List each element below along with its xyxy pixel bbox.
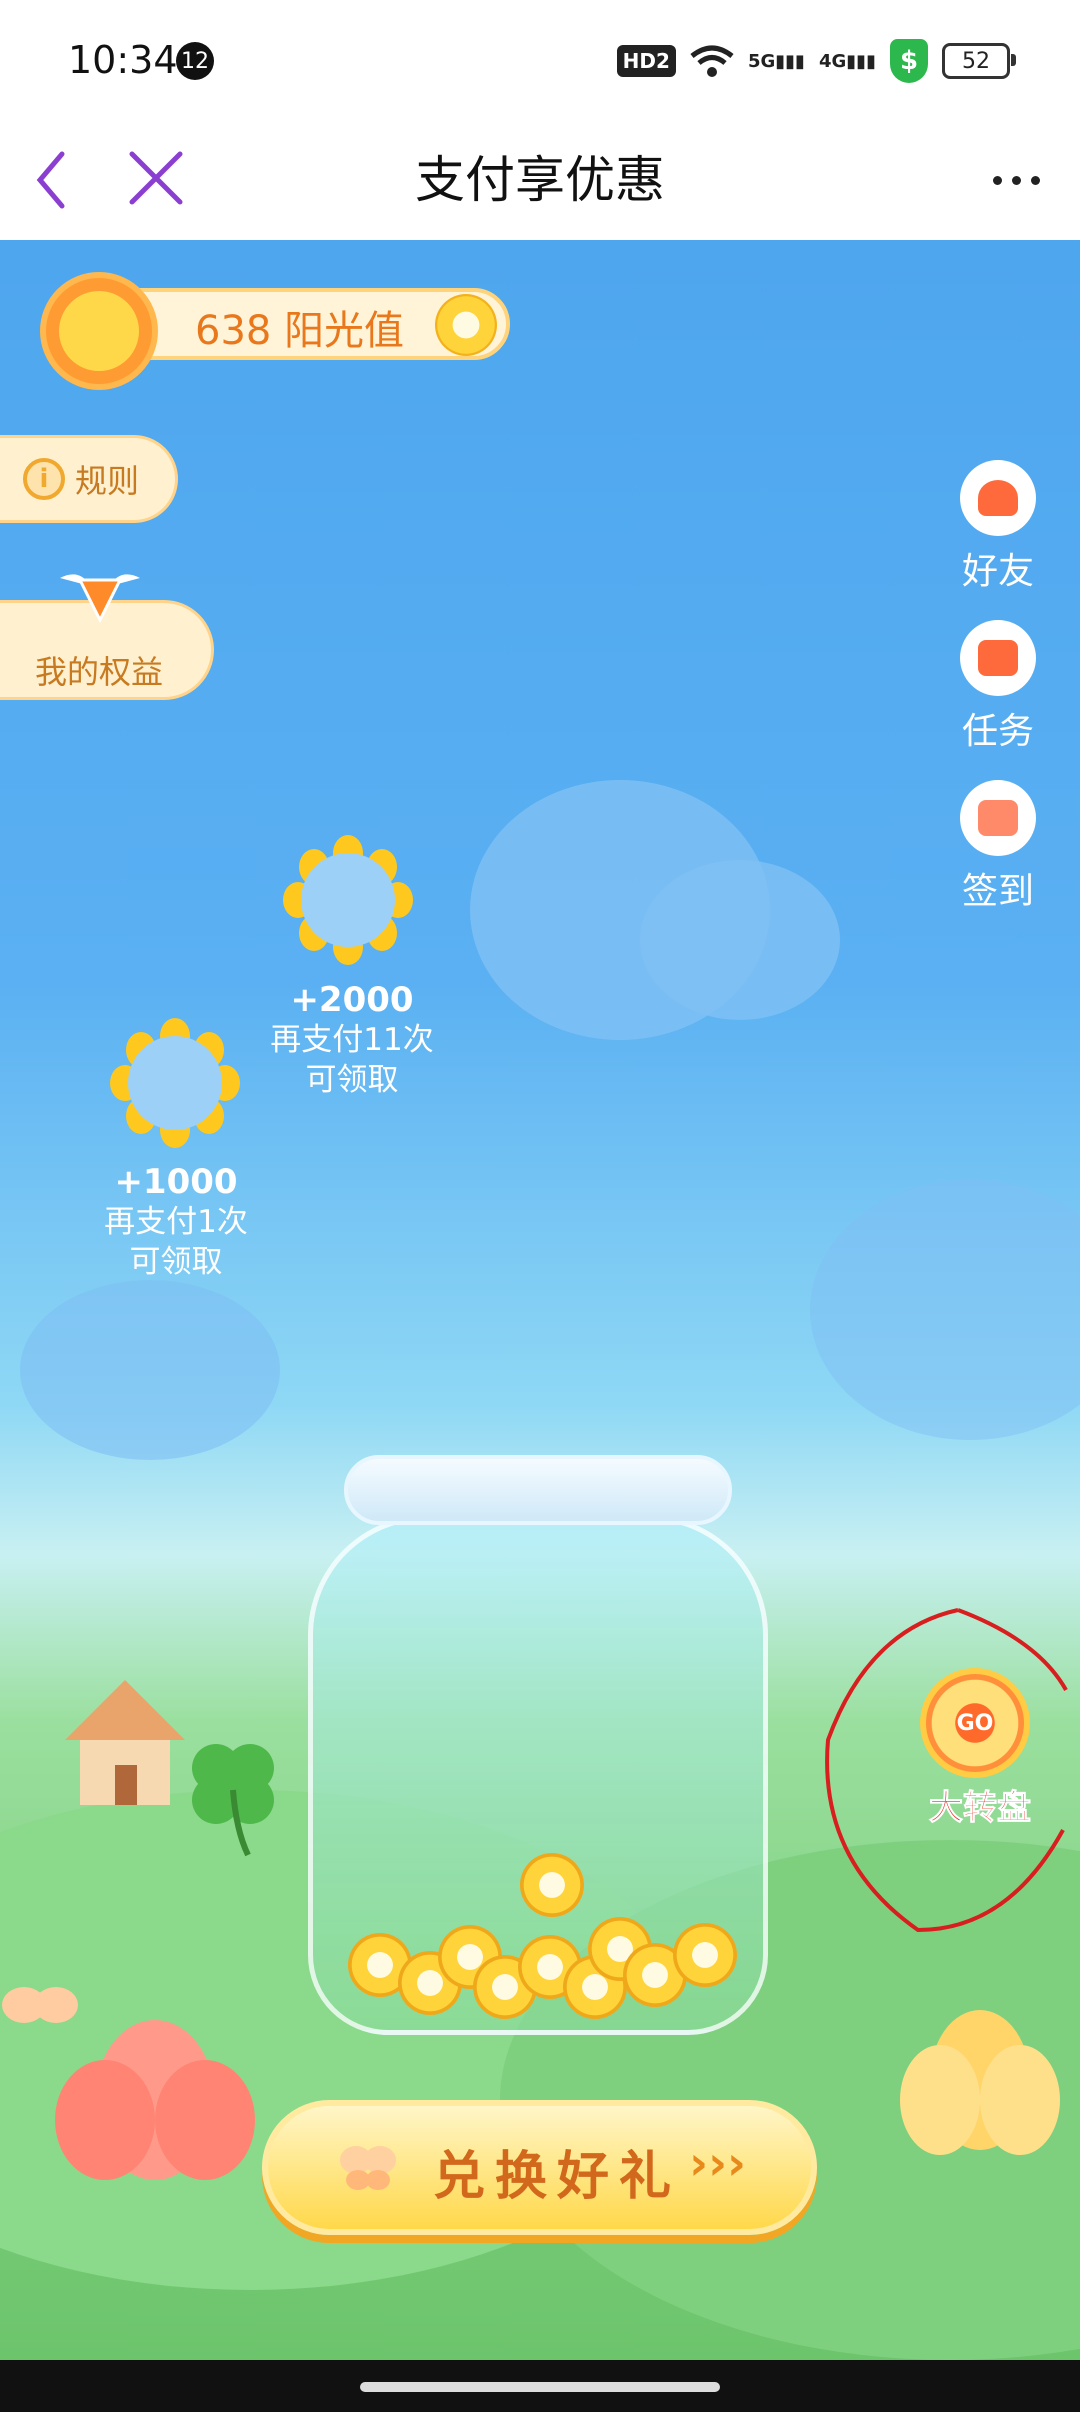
friends-icon-glyph xyxy=(978,480,1018,516)
hd-icon: HD2 xyxy=(616,45,676,77)
reward-condition: 再支付1次 xyxy=(104,1204,248,1240)
chevron-right-icon: ››› xyxy=(689,2136,746,2190)
calendar-icon xyxy=(960,780,1036,856)
battery-level: 52 xyxy=(962,48,990,74)
checkin-button[interactable]: 签到 xyxy=(958,780,1038,914)
calendar-icon-glyph xyxy=(978,800,1018,836)
checkin-label: 签到 xyxy=(961,871,1034,912)
house-icon xyxy=(65,1680,185,1805)
sunflower-reward-2000[interactable] xyxy=(283,835,413,965)
cloud-decoration xyxy=(810,1180,1080,1440)
big-wheel-button[interactable]: GO xyxy=(920,1668,1030,1778)
sunflower-reward-1000[interactable] xyxy=(110,1018,240,1148)
gold-coin-icon xyxy=(520,1853,584,1917)
tasks-button[interactable]: 任务 xyxy=(958,620,1038,754)
signal-4g-icon: 4G▮▮▮ xyxy=(818,50,876,72)
sunshine-points-display[interactable]: 638 阳光值 xyxy=(40,272,515,390)
reward-claim-hint: 可领取 xyxy=(129,1244,223,1280)
status-bar: 10:34 12 HD2 5G▮▮▮ 4G▮▮▮ $ 52 xyxy=(0,0,1080,120)
sunflower-center xyxy=(301,853,395,947)
tasks-icon-glyph xyxy=(978,640,1018,676)
signal-5g-label: 5G xyxy=(747,50,776,72)
cloud-decoration xyxy=(20,1280,280,1460)
winged-diamond-icon xyxy=(60,574,140,624)
redeem-gifts-label: 兑换好礼 xyxy=(433,2147,682,2207)
jar-rim xyxy=(344,1455,732,1525)
sun-coin-icon xyxy=(435,294,497,356)
rules-label: 规则 xyxy=(75,462,140,500)
tasks-icon xyxy=(960,620,1036,696)
wheel-go-label: GO xyxy=(956,1710,994,1736)
game-scene: 638 阳光值 i 规则 我的权益 好友 任务 签到 +2000 再支付11次 … xyxy=(0,240,1080,2360)
gold-coin-icon xyxy=(673,1923,737,1987)
signal-4g-label: 4G xyxy=(818,50,847,72)
avatar xyxy=(40,272,158,390)
info-icon: i xyxy=(23,458,65,500)
more-options-button[interactable] xyxy=(976,140,1056,220)
notification-count-badge: 12 xyxy=(176,42,214,80)
more-dot-icon xyxy=(1011,175,1021,185)
more-dot-icon xyxy=(1030,175,1040,185)
tasks-label: 任务 xyxy=(961,711,1034,752)
rules-button[interactable]: i 规则 xyxy=(0,435,178,523)
reward-label-1000: +1000 再支付1次 可领取 xyxy=(56,1162,296,1282)
page-title: 支付享优惠 xyxy=(415,151,665,209)
battery-icon: 52 xyxy=(942,43,1016,79)
status-icons: HD2 5G▮▮▮ 4G▮▮▮ $ 52 xyxy=(616,36,1016,86)
butterfly-icon xyxy=(340,2146,396,2190)
yellow-flower-icon xyxy=(900,2010,1060,2155)
sunflower-center xyxy=(128,1036,222,1130)
points-value: 638 阳光值 xyxy=(195,308,405,354)
wifi-icon xyxy=(690,45,734,77)
cloud-decoration xyxy=(640,860,840,1020)
reward-condition: 再支付11次 xyxy=(270,1022,434,1058)
title-bar: 支付享优惠 xyxy=(0,120,1080,240)
reward-label-2000: +2000 再支付11次 可领取 xyxy=(232,980,472,1100)
hand-drawn-red-circle xyxy=(825,1608,1068,1933)
clover-icon xyxy=(192,1744,274,1857)
more-dot-icon xyxy=(992,175,1002,185)
friends-button[interactable]: 好友 xyxy=(958,460,1038,594)
friends-icon xyxy=(960,460,1036,536)
avatar-face-icon xyxy=(59,291,139,371)
redeem-gifts-button[interactable]: 兑换好礼 ››› xyxy=(262,2100,817,2235)
security-shield-icon: $ xyxy=(890,39,928,83)
butterfly-icon xyxy=(2,1987,78,2023)
big-wheel-label[interactable]: 大转盘 xyxy=(905,1780,1055,1829)
status-time: 10:34 xyxy=(68,38,178,82)
coin-jar[interactable] xyxy=(308,1455,768,2045)
my-benefits-label: 我的权益 xyxy=(35,653,164,691)
reward-claim-hint: 可领取 xyxy=(305,1062,399,1098)
home-indicator[interactable] xyxy=(360,2382,720,2392)
reward-amount: +2000 xyxy=(290,980,414,1020)
friends-label: 好友 xyxy=(961,551,1034,592)
reward-amount: +1000 xyxy=(114,1162,238,1202)
signal-5g-icon: 5G▮▮▮ xyxy=(747,50,805,72)
